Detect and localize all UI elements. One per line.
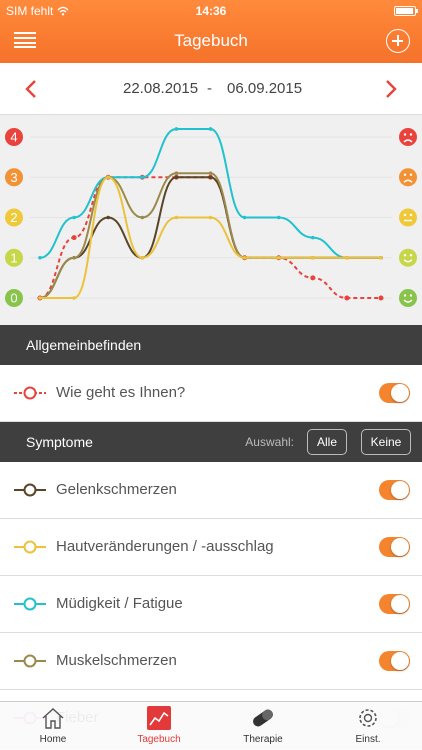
series-marker-icon [14,483,46,497]
series-marker-icon [14,386,46,400]
series-point [208,175,213,180]
battery-icon [394,6,418,16]
series-point [38,255,42,260]
row-symptom[interactable]: Muskelschmerzen [0,633,422,690]
chart-svg: 0 1 2 3 4 [5,127,417,307]
mood-face-icon [399,128,417,146]
series-point [345,255,349,260]
series-point [208,127,213,131]
chevron-right-icon [386,80,397,98]
date-start: 22.08.2015 [123,80,199,97]
select-all-button[interactable]: Alle [307,429,347,455]
row-wellbeing[interactable]: Wie geht es Ihnen? [0,365,422,422]
tab-therapy[interactable]: Therapie [223,705,303,745]
visibility-toggle[interactable] [379,480,410,500]
series-marker-icon [14,597,46,611]
gear-icon [359,709,377,727]
row-label: Gelenkschmerzen [56,481,177,498]
mood-face-icon [399,289,417,307]
y-tick-label: 2 [10,210,17,225]
row-symptom[interactable]: Hautveränderungen / -ausschlag [0,519,422,576]
row-symptom[interactable]: Gelenkschmerzen [0,462,422,519]
chart-icon [147,706,171,730]
series-point [140,175,145,180]
section-symptoms-title: Symptome [26,434,93,450]
previous-period-button[interactable] [20,77,44,101]
mood-face-icon [399,248,417,267]
row-label: Müdigkeit / Fatigue [56,595,183,612]
series-point [140,215,145,220]
date-end: 06.09.2015 [227,80,303,97]
series-point [379,255,383,260]
series-point [242,215,247,220]
home-icon [42,708,64,729]
next-period-button[interactable] [378,77,402,101]
y-tick-label: 3 [10,170,17,185]
diary-chart: 0 1 2 3 4 [0,115,422,325]
series-point [71,235,77,241]
series-point [208,215,213,220]
series-point [310,275,316,281]
tab-bar: Home Tagebuch Therapie Einst. [0,701,422,750]
series-point [72,255,76,260]
series-point [276,255,281,260]
series-point [106,215,110,220]
series-point [72,296,76,300]
series-point [208,171,213,176]
series-point [106,175,110,180]
series-point [174,215,179,220]
mood-face-icon [399,168,417,187]
series-point [242,255,247,260]
add-entry-button[interactable] [386,29,410,53]
pill-icon [253,709,273,727]
series-point [174,127,179,131]
tab-settings[interactable]: Einst. [328,705,408,745]
date-range-bar: 22.08.2015 - 06.09.2015 [0,63,422,115]
tab-home[interactable]: Home [13,705,93,745]
visibility-toggle[interactable] [379,383,410,403]
series-point [38,296,42,300]
tab-therapy-label: Therapie [243,734,283,745]
series-point [140,255,145,260]
row-label: Hautveränderungen / -ausschlag [56,538,274,555]
visibility-toggle[interactable] [379,651,410,671]
series-point [378,295,384,301]
date-separator: - [207,80,212,97]
tab-home-label: Home [39,734,67,745]
section-symptoms: Symptome Auswahl: Alle Keine [0,422,422,462]
series-point [72,215,76,220]
tab-diary-label: Tagebuch [137,734,181,745]
chevron-left-icon [25,80,36,98]
series-point [174,175,179,180]
series-point [311,255,315,260]
page-title: Tagebuch [174,31,248,50]
row-symptom[interactable]: Müdigkeit / Fatigue [0,576,422,633]
visibility-toggle[interactable] [379,537,410,557]
y-tick-label: 0 [10,291,17,306]
app-header: SIM fehlt 14:36 Tagebuch [0,0,422,63]
section-general-title: Allgemeinbefinden [26,337,142,353]
series-point [276,215,281,220]
mood-face-icon [399,208,417,227]
status-bar: SIM fehlt 14:36 [0,0,422,22]
y-tick-label: 1 [10,250,17,265]
series-point [344,295,350,301]
series-marker-icon [14,540,46,554]
series-marker-icon [14,654,46,668]
y-tick-label: 4 [10,130,17,145]
row-label: Wie geht es Ihnen? [56,384,186,401]
selection-label: Auswahl: [245,435,294,449]
section-general: Allgemeinbefinden [0,325,422,365]
visibility-toggle[interactable] [379,594,410,614]
row-label: Muskelschmerzen [56,652,177,669]
select-none-button[interactable]: Keine [361,429,411,455]
tab-diary[interactable]: Tagebuch [119,705,199,745]
tab-settings-label: Einst. [355,734,381,745]
clock: 14:36 [195,4,227,18]
series-point [311,235,315,240]
series-point [174,171,179,176]
